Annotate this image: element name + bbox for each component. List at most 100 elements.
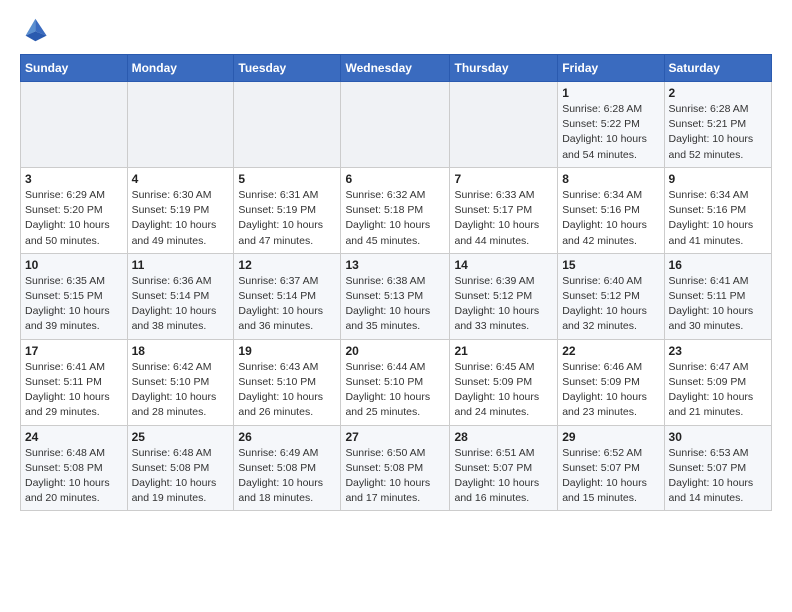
calendar-cell: 19Sunrise: 6:43 AMSunset: 5:10 PMDayligh… [234, 339, 341, 425]
calendar-cell: 4Sunrise: 6:30 AMSunset: 5:19 PMDaylight… [127, 167, 234, 253]
calendar-cell: 9 Sunrise: 6:34 AMSunset: 5:16 PMDaylight… [664, 167, 771, 253]
day-number: 6 [345, 172, 445, 186]
calendar-cell: 28 Sunrise: 6:51 AMSunset: 5:07 PMDayligh… [450, 425, 558, 511]
calendar-cell: 8 Sunrise: 6:34 AMSunset: 5:16 PMDaylight… [558, 167, 664, 253]
calendar-cell: 3 Sunrise: 6:29 AMSunset: 5:20 PMDaylight… [21, 167, 128, 253]
calendar-cell: 16Sunrise: 6:41 AMSunset: 5:11 PMDayligh… [664, 253, 771, 339]
day-info: Sunrise: 6:53 AMSunset: 5:07 PMDaylight:… [669, 446, 767, 507]
calendar-body: 1Sunrise: 6:28 AMSunset: 5:22 PMDaylight… [21, 82, 772, 511]
calendar-table: SundayMondayTuesdayWednesdayThursdayFrid… [20, 54, 772, 511]
day-number: 9 [669, 172, 767, 186]
calendar-cell: 11 Sunrise: 6:36 AMSunset: 5:14 PMDayligh… [127, 253, 234, 339]
day-number: 26 [238, 430, 336, 444]
header-day-thursday: Thursday [450, 55, 558, 82]
day-number: 25 [132, 430, 230, 444]
page: SundayMondayTuesdayWednesdayThursdayFrid… [0, 0, 792, 521]
day-number: 22 [562, 344, 659, 358]
calendar-cell: 29 Sunrise: 6:52 AMSunset: 5:07 PMDayligh… [558, 425, 664, 511]
header-day-wednesday: Wednesday [341, 55, 450, 82]
header-day-friday: Friday [558, 55, 664, 82]
calendar-cell: 18Sunrise: 6:42 AMSunset: 5:10 PMDayligh… [127, 339, 234, 425]
day-info: Sunrise: 6:41 AMSunset: 5:11 PMDaylight:… [25, 360, 123, 421]
day-info: Sunrise: 6:48 AMSunset: 5:08 PMDaylight:… [132, 446, 230, 507]
calendar-cell: 22 Sunrise: 6:46 AMSunset: 5:09 PMDayligh… [558, 339, 664, 425]
day-info: Sunrise: 6:31 AMSunset: 5:19 PMDaylight:… [238, 188, 336, 249]
day-info: Sunrise: 6:49 AMSunset: 5:08 PMDaylight:… [238, 446, 336, 507]
calendar-cell: 13 Sunrise: 6:38 AMSunset: 5:13 PMDayligh… [341, 253, 450, 339]
day-number: 8 [562, 172, 659, 186]
day-number: 30 [669, 430, 767, 444]
day-info: Sunrise: 6:39 AMSunset: 5:12 PMDaylight:… [454, 274, 553, 335]
calendar-cell: 30 Sunrise: 6:53 AMSunset: 5:07 PMDayligh… [664, 425, 771, 511]
day-info: Sunrise: 6:45 AMSunset: 5:09 PMDaylight:… [454, 360, 553, 421]
calendar-week-4: 17 Sunrise: 6:41 AMSunset: 5:11 PMDayligh… [21, 339, 772, 425]
day-info: Sunrise: 6:44 AMSunset: 5:10 PMDaylight:… [345, 360, 445, 421]
calendar-cell: 26 Sunrise: 6:49 AMSunset: 5:08 PMDayligh… [234, 425, 341, 511]
day-info: Sunrise: 6:36 AMSunset: 5:14 PMDaylight:… [132, 274, 230, 335]
calendar-cell [341, 82, 450, 168]
header [20, 16, 772, 44]
day-number: 15 [562, 258, 659, 272]
calendar-cell: 1Sunrise: 6:28 AMSunset: 5:22 PMDaylight… [558, 82, 664, 168]
calendar-week-2: 3 Sunrise: 6:29 AMSunset: 5:20 PMDaylight… [21, 167, 772, 253]
day-info: Sunrise: 6:48 AMSunset: 5:08 PMDaylight:… [25, 446, 123, 507]
day-info: Sunrise: 6:29 AMSunset: 5:20 PMDaylight:… [25, 188, 123, 249]
calendar-header: SundayMondayTuesdayWednesdayThursdayFrid… [21, 55, 772, 82]
day-number: 4 [132, 172, 230, 186]
day-number: 28 [454, 430, 553, 444]
day-info: Sunrise: 6:50 AMSunset: 5:08 PMDaylight:… [345, 446, 445, 507]
day-info: Sunrise: 6:47 AMSunset: 5:09 PMDaylight:… [669, 360, 767, 421]
calendar-cell: 2 Sunrise: 6:28 AMSunset: 5:21 PMDaylight… [664, 82, 771, 168]
day-info: Sunrise: 6:28 AMSunset: 5:22 PMDaylight:… [562, 102, 659, 163]
day-info: Sunrise: 6:52 AMSunset: 5:07 PMDaylight:… [562, 446, 659, 507]
day-info: Sunrise: 6:40 AMSunset: 5:12 PMDaylight:… [562, 274, 659, 335]
day-number: 18 [132, 344, 230, 358]
day-info: Sunrise: 6:34 AMSunset: 5:16 PMDaylight:… [669, 188, 767, 249]
calendar-cell: 20 Sunrise: 6:44 AMSunset: 5:10 PMDayligh… [341, 339, 450, 425]
calendar-cell: 6 Sunrise: 6:32 AMSunset: 5:18 PMDaylight… [341, 167, 450, 253]
calendar-cell: 17 Sunrise: 6:41 AMSunset: 5:11 PMDayligh… [21, 339, 128, 425]
day-info: Sunrise: 6:32 AMSunset: 5:18 PMDaylight:… [345, 188, 445, 249]
calendar-cell: 12 Sunrise: 6:37 AMSunset: 5:14 PMDayligh… [234, 253, 341, 339]
day-number: 3 [25, 172, 123, 186]
day-number: 7 [454, 172, 553, 186]
calendar-week-1: 1Sunrise: 6:28 AMSunset: 5:22 PMDaylight… [21, 82, 772, 168]
calendar-week-3: 10Sunrise: 6:35 AMSunset: 5:15 PMDayligh… [21, 253, 772, 339]
day-number: 12 [238, 258, 336, 272]
day-info: Sunrise: 6:33 AMSunset: 5:17 PMDaylight:… [454, 188, 553, 249]
header-day-monday: Monday [127, 55, 234, 82]
calendar-cell: 27Sunrise: 6:50 AMSunset: 5:08 PMDayligh… [341, 425, 450, 511]
day-number: 17 [25, 344, 123, 358]
logo-area [20, 16, 50, 44]
day-number: 5 [238, 172, 336, 186]
header-day-sunday: Sunday [21, 55, 128, 82]
calendar-cell: 5 Sunrise: 6:31 AMSunset: 5:19 PMDaylight… [234, 167, 341, 253]
calendar-cell [234, 82, 341, 168]
calendar-cell: 7 Sunrise: 6:33 AMSunset: 5:17 PMDaylight… [450, 167, 558, 253]
day-info: Sunrise: 6:46 AMSunset: 5:09 PMDaylight:… [562, 360, 659, 421]
day-number: 2 [669, 86, 767, 100]
calendar-cell: 24Sunrise: 6:48 AMSunset: 5:08 PMDayligh… [21, 425, 128, 511]
day-number: 16 [669, 258, 767, 272]
calendar-cell [450, 82, 558, 168]
day-number: 11 [132, 258, 230, 272]
day-info: Sunrise: 6:37 AMSunset: 5:14 PMDaylight:… [238, 274, 336, 335]
calendar-cell: 14 Sunrise: 6:39 AMSunset: 5:12 PMDayligh… [450, 253, 558, 339]
calendar-cell [127, 82, 234, 168]
day-number: 10 [25, 258, 123, 272]
day-info: Sunrise: 6:34 AMSunset: 5:16 PMDaylight:… [562, 188, 659, 249]
calendar-cell: 23Sunrise: 6:47 AMSunset: 5:09 PMDayligh… [664, 339, 771, 425]
day-number: 21 [454, 344, 553, 358]
calendar-cell [21, 82, 128, 168]
day-number: 13 [345, 258, 445, 272]
calendar-week-5: 24Sunrise: 6:48 AMSunset: 5:08 PMDayligh… [21, 425, 772, 511]
day-number: 19 [238, 344, 336, 358]
day-info: Sunrise: 6:38 AMSunset: 5:13 PMDaylight:… [345, 274, 445, 335]
day-info: Sunrise: 6:28 AMSunset: 5:21 PMDaylight:… [669, 102, 767, 163]
day-number: 14 [454, 258, 553, 272]
header-row: SundayMondayTuesdayWednesdayThursdayFrid… [21, 55, 772, 82]
day-info: Sunrise: 6:51 AMSunset: 5:07 PMDaylight:… [454, 446, 553, 507]
day-number: 29 [562, 430, 659, 444]
calendar-cell: 10Sunrise: 6:35 AMSunset: 5:15 PMDayligh… [21, 253, 128, 339]
day-number: 20 [345, 344, 445, 358]
